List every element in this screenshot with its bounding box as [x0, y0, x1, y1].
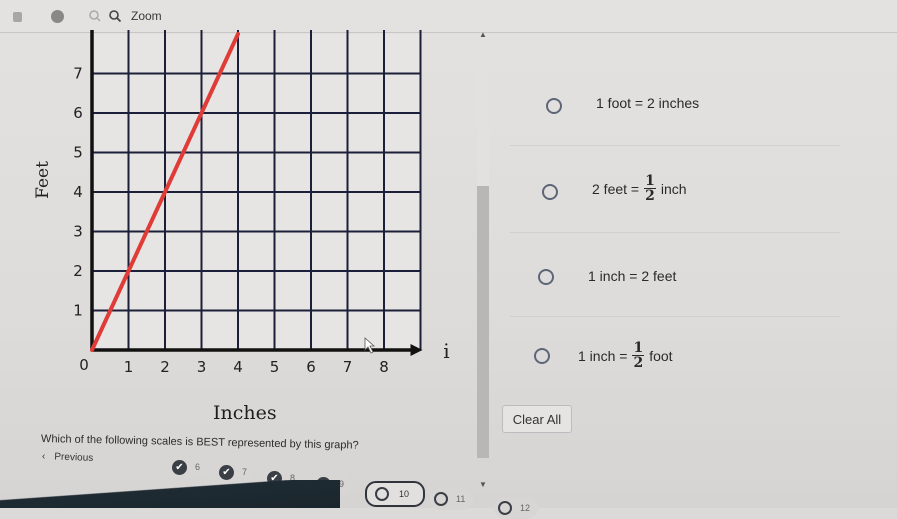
page-6-button[interactable]: ✔6: [168, 456, 208, 478]
radio-button[interactable]: [538, 269, 554, 285]
radio-button[interactable]: [534, 348, 550, 364]
answer-option-2[interactable]: 2 feet = 1 2 inch: [510, 145, 840, 226]
scale-graph: 1 2 3 4 5 6 7 8 1 2 3 4 5 6 7 0 i Feet: [20, 30, 460, 425]
x-tick-label: 7: [343, 358, 353, 376]
globe-icon[interactable]: [51, 10, 64, 23]
zoom-out-icon[interactable]: [88, 9, 102, 23]
chart-svg: 1 2 3 4 5 6 7 8 1 2 3 4 5 6 7 0 i Feet: [20, 30, 460, 425]
scroll-up-arrow-icon[interactable]: ▲: [479, 30, 487, 39]
option-text: 2 feet = 1 2 inch: [592, 174, 687, 203]
screen: Zoom 1234567812345670iFeet Inches ▲ ▼ 1 …: [0, 0, 897, 508]
x-tick-label: 4: [233, 358, 243, 376]
answer-option-3[interactable]: 1 inch = 2 feet: [510, 232, 840, 313]
circle-icon: [434, 492, 448, 506]
page-number: 7: [242, 467, 247, 477]
option-left: 1 inch =: [578, 348, 627, 364]
checkmark-icon: ✔: [219, 465, 234, 480]
x-tick-label: 2: [160, 358, 170, 376]
desk-background: [0, 480, 340, 508]
scroll-down-arrow-icon[interactable]: ▼: [479, 480, 487, 489]
checkmark-icon: ✔: [172, 460, 187, 475]
previous-button[interactable]: ‹ Previous: [42, 451, 94, 464]
clear-all-button[interactable]: Clear All: [502, 405, 572, 433]
circle-icon: [375, 487, 389, 501]
origin-label: 0: [79, 356, 89, 374]
toolbar: Zoom: [0, 0, 897, 33]
page-number: 10: [399, 489, 409, 499]
option-unit: feet: [653, 268, 676, 284]
radio-button[interactable]: [546, 98, 562, 114]
x-tick-label: 5: [270, 358, 280, 376]
fraction-numerator: 1: [644, 174, 656, 189]
page-number: 12: [520, 503, 530, 513]
y-tick-label: 1: [73, 302, 83, 320]
option-unit: foot: [649, 348, 672, 364]
page-11-button[interactable]: 11: [430, 488, 473, 510]
page-12-button[interactable]: 12: [494, 497, 538, 519]
x-tick-label: 6: [306, 358, 316, 376]
fraction-numerator: 1: [632, 341, 644, 356]
scrollbar[interactable]: ▲ ▼: [462, 30, 492, 460]
x-axis-end-label: i: [443, 339, 449, 363]
radio-button[interactable]: [542, 184, 558, 200]
y-axis-title: Feet: [33, 161, 53, 199]
y-tick-label: 3: [73, 223, 83, 241]
zoom-label[interactable]: Zoom: [131, 9, 162, 23]
x-tick-label: 1: [124, 358, 134, 376]
circle-icon: [498, 501, 512, 515]
stop-icon[interactable]: [13, 12, 22, 22]
option-text: 1 inch = 2 feet: [588, 268, 676, 284]
option-text: 1 foot = 2 inches: [596, 95, 699, 111]
page-10-button[interactable]: 10: [365, 481, 425, 507]
zoom-in-icon[interactable]: [108, 9, 122, 23]
page-number: 11: [456, 494, 465, 504]
y-tick-label: 4: [73, 183, 83, 201]
y-tick-label: 7: [73, 65, 83, 83]
x-tick-label: 3: [197, 358, 207, 376]
previous-label: Previous: [54, 452, 93, 464]
fraction-denominator: 2: [633, 356, 643, 370]
question-text: Which of the following scales is BEST re…: [41, 433, 359, 452]
y-tick-label: 6: [73, 104, 83, 122]
answer-option-4[interactable]: 1 inch = 1 2 foot: [510, 316, 840, 397]
option-left: 2 feet =: [592, 181, 639, 197]
fraction: 1 2: [632, 341, 644, 370]
option-value: 2: [647, 95, 655, 111]
option-unit: inch: [661, 181, 687, 197]
option-value: 2: [641, 268, 649, 284]
option-text: 1 inch = 1 2 foot: [578, 341, 673, 370]
scroll-thumb[interactable]: [477, 186, 489, 458]
y-tick-label: 2: [73, 262, 83, 280]
x-axis-title: Inches: [213, 402, 277, 424]
answer-option-1[interactable]: 1 foot = 2 inches: [510, 62, 840, 142]
y-tick-label: 5: [73, 144, 83, 162]
x-tick-label: 8: [379, 358, 389, 376]
option-left: 1 inch =: [588, 268, 637, 284]
option-left: 1 foot =: [596, 95, 643, 111]
page-number: 6: [195, 462, 200, 472]
fraction-denominator: 2: [645, 189, 655, 203]
fraction: 1 2: [644, 174, 656, 203]
chevron-left-icon: ‹: [42, 451, 46, 462]
option-unit: inches: [659, 95, 699, 111]
